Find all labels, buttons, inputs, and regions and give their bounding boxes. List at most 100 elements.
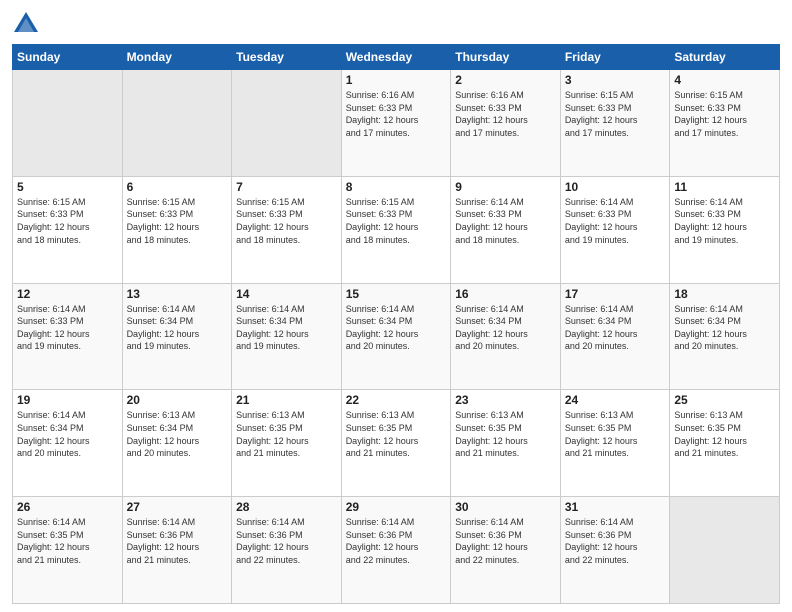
day-info: Sunrise: 6:13 AM Sunset: 6:35 PM Dayligh… xyxy=(346,409,447,459)
calendar-cell: 31Sunrise: 6:14 AM Sunset: 6:36 PM Dayli… xyxy=(560,497,670,604)
day-number: 13 xyxy=(127,287,228,301)
day-info: Sunrise: 6:14 AM Sunset: 6:33 PM Dayligh… xyxy=(17,303,118,353)
calendar-week-row: 26 Sunrise: 6:14 AM Sunset: 6:35 PM Dayli… xyxy=(13,497,780,604)
calendar-cell xyxy=(13,70,123,177)
calendar-cell: 12 Sunrise: 6:14 AM Sunset: 6:33 PM Dayli… xyxy=(13,283,123,390)
day-info: Sunrise: 6:14 AM Sunset: 6:34 PM Dayligh… xyxy=(127,303,228,353)
calendar-cell: 18Sunrise: 6:14 AM Sunset: 6:34 PM Dayli… xyxy=(670,283,780,390)
weekday-row: SundayMondayTuesdayWednesdayThursdayFrid… xyxy=(13,45,780,70)
day-number: 14 xyxy=(236,287,337,301)
day-number: 4 xyxy=(674,73,775,87)
day-info: Sunrise: 6:14 AM Sunset: 6:34 PM Dayligh… xyxy=(236,303,337,353)
day-info: Sunrise: 6:16 AM Sunset: 6:33 PM Dayligh… xyxy=(455,89,556,139)
day-number: 29 xyxy=(346,500,447,514)
calendar-cell: 2Sunrise: 6:16 AM Sunset: 6:33 PM Daylig… xyxy=(451,70,561,177)
day-info: Sunrise: 6:14 AM Sunset: 6:34 PM Dayligh… xyxy=(346,303,447,353)
day-number: 18 xyxy=(674,287,775,301)
calendar-cell: 26 Sunrise: 6:14 AM Sunset: 6:35 PM Dayli… xyxy=(13,497,123,604)
calendar-cell: 29 Sunrise: 6:14 AM Sunset: 6:36 PM Dayli… xyxy=(341,497,451,604)
calendar-cell xyxy=(670,497,780,604)
calendar-cell: 17Sunrise: 6:14 AM Sunset: 6:34 PM Dayli… xyxy=(560,283,670,390)
calendar-body: 1 Sunrise: 6:16 AM Sunset: 6:33 PM Daylig… xyxy=(13,70,780,604)
day-info: Sunrise: 6:14 AM Sunset: 6:36 PM Dayligh… xyxy=(127,516,228,566)
calendar-week-row: 19Sunrise: 6:14 AM Sunset: 6:34 PM Dayli… xyxy=(13,390,780,497)
calendar-cell: 16 Sunrise: 6:14 AM Sunset: 6:34 PM Dayli… xyxy=(451,283,561,390)
calendar-cell: 22Sunrise: 6:13 AM Sunset: 6:35 PM Dayli… xyxy=(341,390,451,497)
logo-icon xyxy=(12,10,40,38)
calendar-cell: 14 Sunrise: 6:14 AM Sunset: 6:34 PM Dayli… xyxy=(232,283,342,390)
day-info: Sunrise: 6:13 AM Sunset: 6:35 PM Dayligh… xyxy=(565,409,666,459)
calendar-cell xyxy=(122,70,232,177)
day-info: Sunrise: 6:14 AM Sunset: 6:34 PM Dayligh… xyxy=(455,303,556,353)
calendar-cell: 23 Sunrise: 6:13 AM Sunset: 6:35 PM Dayli… xyxy=(451,390,561,497)
day-info: Sunrise: 6:14 AM Sunset: 6:35 PM Dayligh… xyxy=(17,516,118,566)
day-info: Sunrise: 6:13 AM Sunset: 6:34 PM Dayligh… xyxy=(127,409,228,459)
day-number: 6 xyxy=(127,180,228,194)
day-number: 17 xyxy=(565,287,666,301)
day-number: 12 xyxy=(17,287,118,301)
day-number: 5 xyxy=(17,180,118,194)
calendar-cell: 1 Sunrise: 6:16 AM Sunset: 6:33 PM Daylig… xyxy=(341,70,451,177)
day-number: 28 xyxy=(236,500,337,514)
calendar-cell: 27 Sunrise: 6:14 AM Sunset: 6:36 PM Dayli… xyxy=(122,497,232,604)
day-number: 7 xyxy=(236,180,337,194)
day-number: 8 xyxy=(346,180,447,194)
day-info: Sunrise: 6:14 AM Sunset: 6:36 PM Dayligh… xyxy=(346,516,447,566)
day-info: Sunrise: 6:15 AM Sunset: 6:33 PM Dayligh… xyxy=(565,89,666,139)
day-number: 9 xyxy=(455,180,556,194)
day-info: Sunrise: 6:14 AM Sunset: 6:36 PM Dayligh… xyxy=(455,516,556,566)
day-number: 10 xyxy=(565,180,666,194)
weekday-header: Tuesday xyxy=(232,45,342,70)
calendar-table: SundayMondayTuesdayWednesdayThursdayFrid… xyxy=(12,44,780,604)
day-info: Sunrise: 6:13 AM Sunset: 6:35 PM Dayligh… xyxy=(236,409,337,459)
calendar-cell: 6 Sunrise: 6:15 AM Sunset: 6:33 PM Daylig… xyxy=(122,176,232,283)
day-number: 26 xyxy=(17,500,118,514)
calendar-cell: 4Sunrise: 6:15 AM Sunset: 6:33 PM Daylig… xyxy=(670,70,780,177)
day-info: Sunrise: 6:13 AM Sunset: 6:35 PM Dayligh… xyxy=(455,409,556,459)
calendar-cell: 11Sunrise: 6:14 AM Sunset: 6:33 PM Dayli… xyxy=(670,176,780,283)
calendar-cell: 8 Sunrise: 6:15 AM Sunset: 6:33 PM Daylig… xyxy=(341,176,451,283)
day-number: 20 xyxy=(127,393,228,407)
calendar-cell: 24 Sunrise: 6:13 AM Sunset: 6:35 PM Dayli… xyxy=(560,390,670,497)
day-number: 24 xyxy=(565,393,666,407)
calendar-cell: 5 Sunrise: 6:15 AM Sunset: 6:33 PM Daylig… xyxy=(13,176,123,283)
day-info: Sunrise: 6:13 AM Sunset: 6:35 PM Dayligh… xyxy=(674,409,775,459)
day-number: 30 xyxy=(455,500,556,514)
weekday-header: Sunday xyxy=(13,45,123,70)
day-number: 25 xyxy=(674,393,775,407)
day-number: 16 xyxy=(455,287,556,301)
page: SundayMondayTuesdayWednesdayThursdayFrid… xyxy=(0,0,792,612)
calendar-cell: 10 Sunrise: 6:14 AM Sunset: 6:33 PM Dayli… xyxy=(560,176,670,283)
day-info: Sunrise: 6:14 AM Sunset: 6:33 PM Dayligh… xyxy=(565,196,666,246)
calendar-week-row: 5 Sunrise: 6:15 AM Sunset: 6:33 PM Daylig… xyxy=(13,176,780,283)
day-info: Sunrise: 6:15 AM Sunset: 6:33 PM Dayligh… xyxy=(17,196,118,246)
calendar-cell: 3 Sunrise: 6:15 AM Sunset: 6:33 PM Daylig… xyxy=(560,70,670,177)
calendar-cell: 20 Sunrise: 6:13 AM Sunset: 6:34 PM Dayli… xyxy=(122,390,232,497)
calendar-cell: 13 Sunrise: 6:14 AM Sunset: 6:34 PM Dayli… xyxy=(122,283,232,390)
day-number: 27 xyxy=(127,500,228,514)
day-info: Sunrise: 6:15 AM Sunset: 6:33 PM Dayligh… xyxy=(346,196,447,246)
weekday-header: Monday xyxy=(122,45,232,70)
day-info: Sunrise: 6:14 AM Sunset: 6:33 PM Dayligh… xyxy=(455,196,556,246)
day-number: 31 xyxy=(565,500,666,514)
day-number: 3 xyxy=(565,73,666,87)
day-number: 21 xyxy=(236,393,337,407)
day-number: 19 xyxy=(17,393,118,407)
day-number: 11 xyxy=(674,180,775,194)
day-number: 1 xyxy=(346,73,447,87)
calendar-cell: 28Sunrise: 6:14 AM Sunset: 6:36 PM Dayli… xyxy=(232,497,342,604)
day-number: 15 xyxy=(346,287,447,301)
calendar-cell: 30 Sunrise: 6:14 AM Sunset: 6:36 PM Dayli… xyxy=(451,497,561,604)
weekday-header: Wednesday xyxy=(341,45,451,70)
weekday-header: Friday xyxy=(560,45,670,70)
weekday-header: Saturday xyxy=(670,45,780,70)
calendar-week-row: 1 Sunrise: 6:16 AM Sunset: 6:33 PM Daylig… xyxy=(13,70,780,177)
logo xyxy=(12,10,44,38)
day-info: Sunrise: 6:15 AM Sunset: 6:33 PM Dayligh… xyxy=(127,196,228,246)
calendar-cell: 7Sunrise: 6:15 AM Sunset: 6:33 PM Daylig… xyxy=(232,176,342,283)
calendar-cell: 25 Sunrise: 6:13 AM Sunset: 6:35 PM Dayli… xyxy=(670,390,780,497)
calendar-cell: 9 Sunrise: 6:14 AM Sunset: 6:33 PM Daylig… xyxy=(451,176,561,283)
day-info: Sunrise: 6:16 AM Sunset: 6:33 PM Dayligh… xyxy=(346,89,447,139)
day-number: 23 xyxy=(455,393,556,407)
calendar-header: SundayMondayTuesdayWednesdayThursdayFrid… xyxy=(13,45,780,70)
